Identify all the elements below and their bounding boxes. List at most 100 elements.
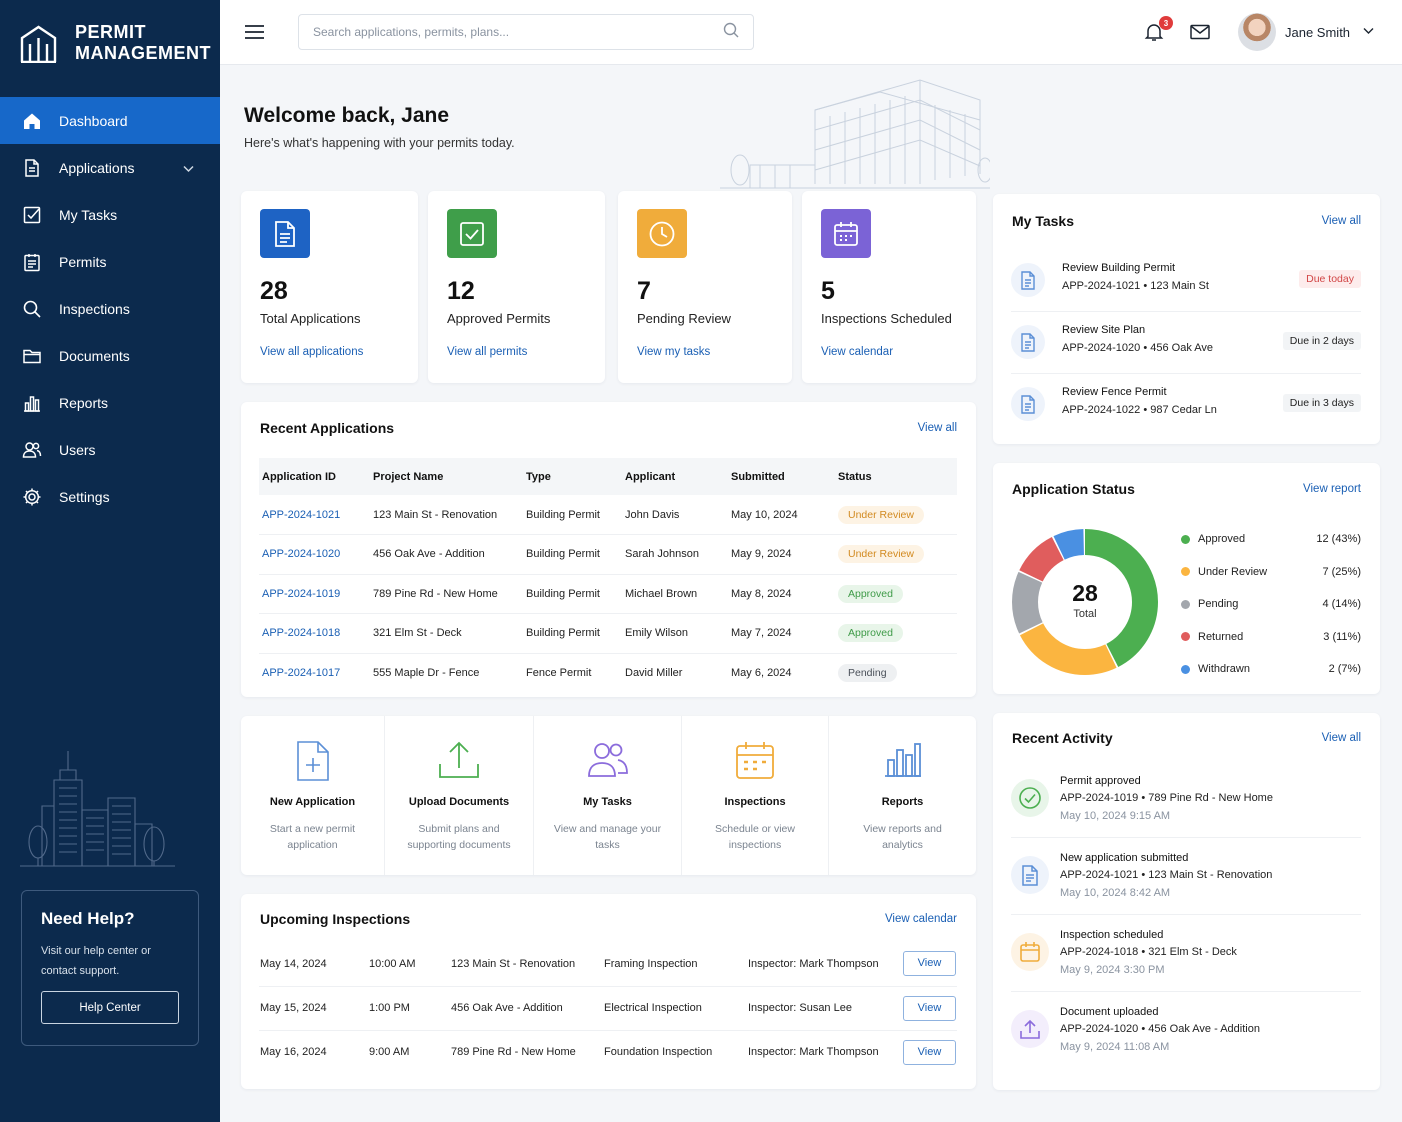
activity-item[interactable]: Permit approved APP-2024-1019 • 789 Pine… (1011, 761, 1361, 838)
hamburger-menu-icon[interactable] (245, 24, 264, 45)
application-id-link[interactable]: APP-2024-1020 (262, 548, 340, 560)
search-input[interactable] (313, 25, 723, 39)
sidebar-item-label: My Tasks (59, 206, 118, 223)
quick-action-title: Reports (881, 796, 924, 808)
sidebar-item-applications[interactable]: Applications (0, 144, 220, 191)
help-center-button[interactable]: Help Center (41, 991, 179, 1024)
activity-subtitle: APP-2024-1020 • 456 Oak Ave - Addition (1060, 1023, 1260, 1035)
activity-item[interactable]: New application submitted APP-2024-1021 … (1011, 838, 1361, 915)
upcoming-inspections-title: Upcoming Inspections (260, 911, 411, 927)
view-inspection-button[interactable]: View (903, 951, 956, 977)
legend-dot (1181, 534, 1190, 544)
view-report-link[interactable]: View report (1303, 483, 1361, 495)
activity-item[interactable]: Document uploaded APP-2024-1020 • 456 Oa… (1011, 992, 1361, 1069)
quick-action-new-application[interactable]: New Application Start a new permit appli… (241, 716, 385, 875)
view-inspection-button[interactable]: View (903, 1039, 956, 1065)
column-header[interactable]: Application ID (259, 458, 370, 495)
task-subtitle: APP-2024-1022 • 987 Cedar Ln (1062, 404, 1217, 416)
status-legend: Approved 12 (43%) Under Review 7 (25%) Pen… (1181, 523, 1361, 686)
sidebar-item-settings[interactable]: Settings (0, 473, 220, 520)
help-panel: Need Help? Visit our help center or cont… (21, 890, 199, 1046)
bell-icon (1144, 24, 1164, 46)
sidebar-item-label: Settings (59, 488, 110, 505)
application-id-link[interactable]: APP-2024-1019 (262, 588, 340, 600)
sidebar-item-label: Dashboard (59, 112, 128, 129)
sidebar-item-inspections[interactable]: Inspections (0, 285, 220, 332)
task-item[interactable]: Review Site Plan APP-2024-1020 • 456 Oak… (1011, 312, 1361, 374)
table-row[interactable]: APP-2024-1019 789 Pine Rd - New Home Bui… (259, 574, 957, 614)
legend-dot (1181, 632, 1190, 642)
table-row[interactable]: APP-2024-1020 456 Oak Ave - Addition Bui… (259, 534, 957, 575)
recent-activity-title: Recent Activity (1012, 730, 1113, 746)
task-item[interactable]: Review Fence Permit APP-2024-1022 • 987 … (1011, 374, 1361, 436)
sidebar-item-label: Applications (59, 159, 135, 176)
quick-action-my-tasks[interactable]: My Tasks View and manage your tasks (534, 716, 682, 875)
table-row[interactable]: APP-2024-1017 555 Maple Dr - Fence Fence… (259, 653, 957, 693)
welcome-header: Welcome back, Jane Here's what's happeni… (244, 104, 515, 150)
legend-item: Withdrawn 2 (7%) (1181, 653, 1361, 686)
column-header[interactable]: Status (835, 458, 957, 495)
user-menu[interactable]: Jane Smith (1238, 13, 1374, 51)
due-badge: Due in 3 days (1282, 394, 1361, 412)
application-id-link[interactable]: APP-2024-1017 (262, 667, 340, 679)
project-name: 555 Maple Dr - Fence (373, 667, 480, 679)
stat-card-inspections-scheduled: 5 Inspections Scheduled View calendar (802, 191, 976, 383)
quick-action-upload-documents[interactable]: Upload Documents Submit plans and suppor… (385, 716, 534, 875)
view-all-permits-link[interactable]: View all permits (447, 346, 527, 358)
table-row[interactable]: APP-2024-1021 123 Main St - Renovation B… (259, 495, 957, 535)
column-header[interactable]: Submitted (728, 458, 835, 495)
quick-action-inspections[interactable]: Inspections Schedule or view inspections (682, 716, 829, 875)
calendar-icon (821, 209, 871, 258)
table-row[interactable]: APP-2024-1018 321 Elm St - Deck Building… (259, 613, 957, 654)
application-id-link[interactable]: APP-2024-1021 (262, 509, 340, 521)
task-item[interactable]: Review Building Permit APP-2024-1021 • 1… (1011, 250, 1361, 312)
inspection-project: 123 Main St - Renovation (450, 942, 603, 987)
column-header[interactable]: Project Name (370, 458, 523, 495)
column-header[interactable]: Type (523, 458, 622, 495)
sidebar-item-permits[interactable]: Permits (0, 238, 220, 285)
mail-button[interactable] (1190, 24, 1210, 45)
page-subtitle: Here's what's happening with your permit… (244, 136, 515, 150)
recent-applications-card: Recent Applications View all Application… (241, 402, 976, 697)
table-header-row: Application ID Project Name Type Applica… (259, 458, 957, 495)
calendar-icon (1011, 933, 1049, 971)
column-header[interactable]: Applicant (622, 458, 728, 495)
view-my-tasks-link[interactable]: View my tasks (637, 346, 710, 358)
activity-title: Permit approved (1060, 775, 1141, 787)
submitted-date: May 9, 2024 (728, 534, 835, 575)
view-calendar-link[interactable]: View calendar (885, 913, 957, 925)
sidebar-item-dashboard[interactable]: Dashboard (0, 97, 220, 144)
view-all-applications-link[interactable]: View all applications (260, 346, 363, 358)
view-all-applications-link[interactable]: View all (918, 422, 957, 434)
quick-action-title: New Application (269, 796, 356, 808)
brand-line-2: MANAGEMENT (75, 43, 211, 63)
application-id-link[interactable]: APP-2024-1018 (262, 627, 340, 639)
activity-subtitle: APP-2024-1018 • 321 Elm St - Deck (1060, 946, 1237, 958)
sidebar-item-my-tasks[interactable]: My Tasks (0, 191, 220, 238)
activity-item[interactable]: Inspection scheduled APP-2024-1018 • 321… (1011, 915, 1361, 992)
view-all-tasks-link[interactable]: View all (1322, 215, 1361, 227)
view-all-activity-link[interactable]: View all (1322, 732, 1361, 744)
applications-table: Application ID Project Name Type Applica… (259, 458, 957, 693)
document-icon (260, 209, 310, 258)
legend-value: 4 (14%) (1322, 598, 1361, 611)
recent-activity-card: Recent Activity View all Permit approved… (993, 713, 1380, 1090)
chevron-down-icon[interactable] (183, 161, 194, 177)
legend-dot (1181, 567, 1190, 577)
quick-action-reports[interactable]: Reports View reports and analytics (829, 716, 976, 875)
status-badge: Approved (838, 584, 903, 603)
chevron-down-icon (1363, 23, 1374, 41)
document-icon (22, 158, 42, 178)
sidebar-item-reports[interactable]: Reports (0, 379, 220, 426)
project-name: 321 Elm St - Deck (370, 613, 523, 654)
view-inspection-button[interactable]: View (903, 995, 956, 1021)
sidebar-item-users[interactable]: Users (0, 426, 220, 473)
search-icon[interactable] (723, 22, 739, 43)
brand[interactable]: PERMIT MANAGEMENT (20, 22, 211, 64)
quick-action-description: View and manage your tasks (553, 823, 662, 851)
stat-card-approved-permits: 12 Approved Permits View all permits (428, 191, 605, 383)
sidebar-item-documents[interactable]: Documents (0, 332, 220, 379)
notifications-button[interactable]: 3 (1144, 16, 1173, 47)
task-title: Review Site Plan (1062, 324, 1146, 336)
view-calendar-link[interactable]: View calendar (821, 346, 893, 358)
